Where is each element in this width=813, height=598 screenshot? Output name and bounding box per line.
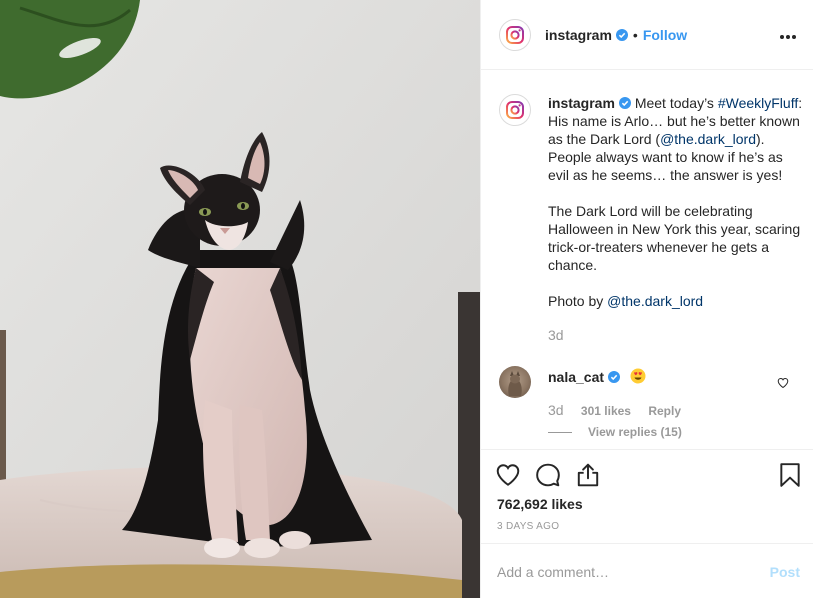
mention-link[interactable]: @the.dark_lord [660,131,756,147]
instagram-logo-icon [506,101,524,119]
heart-icon[interactable] [495,462,521,488]
post-header: instagram • Follow [481,0,813,70]
view-replies-label[interactable]: View replies (15) [588,425,682,439]
cat-avatar-image [508,371,522,396]
post-photo[interactable] [0,0,480,598]
caption-text-1: Meet today’s [634,95,714,111]
replies-divider [548,432,572,434]
caption-timestamp[interactable]: 3d [548,326,803,344]
post-side-panel: instagram • Follow instagram Meet today’… [480,0,813,598]
post-actions: 762,692 likes 3 DAYS AGO [481,449,813,544]
hashtag-link[interactable]: #WeeklyFluff [718,95,798,111]
header-username-text[interactable]: instagram [545,27,612,43]
photo-credit-mention[interactable]: @the.dark_lord [607,293,703,309]
view-replies-button[interactable]: View replies (15) [548,425,682,439]
comment-like-heart-icon[interactable] [777,377,789,389]
more-options-icon[interactable] [780,26,800,44]
caption-paragraph-2: The Dark Lord will be celebrating Hallow… [548,203,801,273]
comment-icon[interactable] [535,462,561,488]
caption-avatar[interactable] [499,94,531,126]
profile-avatar[interactable] [499,18,531,51]
commenter-avatar[interactable] [499,366,531,398]
post-likes-count[interactable]: 762,692 likes [497,496,583,512]
verified-icon [608,371,621,383]
header-separator: • [632,26,638,43]
verified-icon [615,28,628,41]
bookmark-icon[interactable] [777,462,803,488]
heart-eyes-emoji-icon [630,368,646,384]
add-comment-bar: Post [481,543,813,598]
photo-credit-label: Photo by [548,293,604,309]
caption-username[interactable]: instagram [548,95,615,111]
caption-text: instagram Meet today’s #WeeklyFluff: His… [548,94,803,344]
reply-button[interactable]: Reply [648,404,681,418]
follow-button[interactable]: Follow [643,27,687,43]
add-comment-input[interactable] [497,562,747,582]
comment-meta: 3d 301 likes Reply [548,402,681,418]
verified-icon [618,97,631,109]
instagram-logo-icon [506,25,524,44]
post-date[interactable]: 3 DAYS AGO [497,521,559,532]
cat-in-cape-image [0,0,480,598]
comment-text: nala_cat [548,368,788,386]
comment-likes[interactable]: 301 likes [581,404,631,418]
header-username[interactable]: instagram [545,27,628,43]
comment-timestamp[interactable]: 3d [548,402,564,418]
post-comment-button[interactable]: Post [770,564,800,580]
share-icon[interactable] [575,462,601,488]
commenter-username[interactable]: nala_cat [548,369,604,385]
